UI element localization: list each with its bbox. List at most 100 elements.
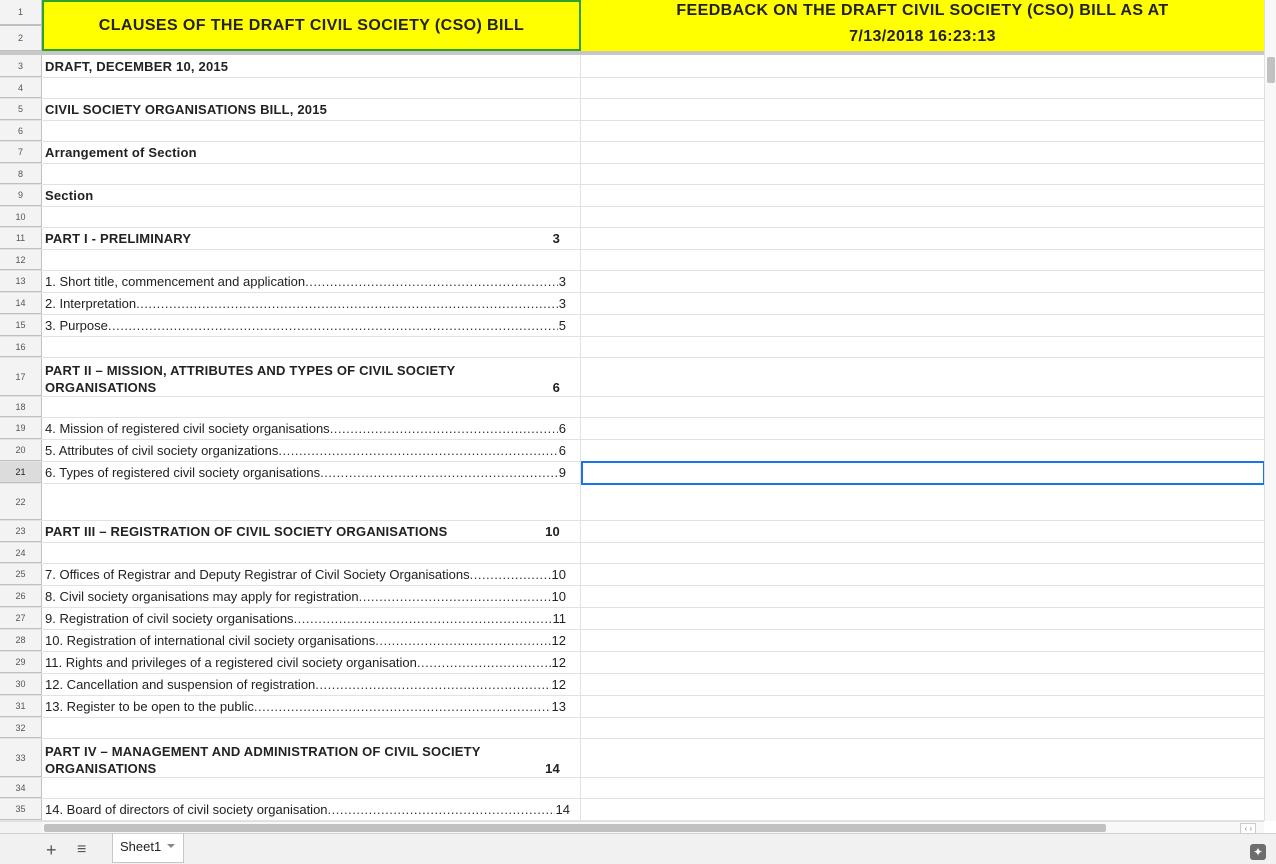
cell[interactable] xyxy=(42,207,581,227)
cell[interactable] xyxy=(42,778,581,798)
cell[interactable] xyxy=(581,652,1264,673)
row-header[interactable]: 34 xyxy=(0,778,42,798)
row-header[interactable]: 32 xyxy=(0,718,42,738)
cell[interactable] xyxy=(581,164,1264,184)
cell[interactable] xyxy=(581,440,1264,461)
row-header[interactable]: 7 xyxy=(0,142,42,163)
row-header[interactable]: 31 xyxy=(0,696,42,717)
cell[interactable]: 4. Mission of registered civil society o… xyxy=(42,418,581,439)
cell[interactable] xyxy=(42,337,581,357)
row-header[interactable]: 15 xyxy=(0,315,42,336)
cell[interactable] xyxy=(581,521,1264,542)
cell[interactable]: PART III – REGISTRATION OF CIVIL SOCIETY… xyxy=(42,521,581,542)
cell[interactable] xyxy=(581,586,1264,607)
cell[interactable] xyxy=(42,484,581,520)
row-header[interactable]: 2 xyxy=(0,26,42,51)
cell[interactable]: 5. Attributes of civil society organizat… xyxy=(42,440,581,461)
cell[interactable] xyxy=(581,315,1264,336)
row-header[interactable]: 14 xyxy=(0,293,42,314)
row-header[interactable]: 25 xyxy=(0,564,42,585)
cell[interactable] xyxy=(581,358,1264,396)
row-header[interactable]: 19 xyxy=(0,418,42,439)
row-header[interactable]: 12 xyxy=(0,250,42,270)
cell[interactable] xyxy=(581,696,1264,717)
cell[interactable]: 7. Offices of Registrar and Deputy Regis… xyxy=(42,564,581,585)
row-header[interactable]: 6 xyxy=(0,121,42,141)
row-header[interactable]: 23 xyxy=(0,521,42,542)
row-header[interactable]: 1 xyxy=(0,0,42,25)
row-header[interactable]: 11 xyxy=(0,228,42,249)
cell[interactable]: CIVIL SOCIETY ORGANISATIONS BILL, 2015 xyxy=(42,99,581,120)
cell[interactable]: 1. Short title, commencement and applica… xyxy=(42,271,581,292)
horizontal-scroll-thumb[interactable] xyxy=(44,824,1106,832)
row-header[interactable]: 4 xyxy=(0,78,42,98)
row-header[interactable]: 10 xyxy=(0,207,42,227)
cell[interactable]: 13. Register to be open to the public...… xyxy=(42,696,581,717)
cell[interactable] xyxy=(42,718,581,738)
row-header[interactable]: 16 xyxy=(0,337,42,357)
cell[interactable]: PART IV – MANAGEMENT AND ADMINISTRATION … xyxy=(42,739,581,777)
cell[interactable]: 8. Civil society organisations may apply… xyxy=(42,586,581,607)
cell[interactable] xyxy=(581,484,1264,520)
cell[interactable]: 12. Cancellation and suspension of regis… xyxy=(42,674,581,695)
selected-cell[interactable] xyxy=(581,461,1265,485)
row-header-selected[interactable]: 21 xyxy=(0,462,42,483)
row-header[interactable]: 20 xyxy=(0,440,42,461)
cell[interactable]: 2. Interpretation.......................… xyxy=(42,293,581,314)
cell[interactable] xyxy=(581,739,1264,777)
cell[interactable] xyxy=(581,608,1264,629)
cell[interactable] xyxy=(42,397,581,417)
row-header[interactable]: 17 xyxy=(0,358,42,396)
cell[interactable] xyxy=(581,142,1264,163)
cell[interactable] xyxy=(581,207,1264,227)
cell[interactable] xyxy=(42,250,581,270)
cell[interactable] xyxy=(581,397,1264,417)
row-header[interactable]: 28 xyxy=(0,630,42,651)
cell[interactable]: PART II – MISSION, ATTRIBUTES AND TYPES … xyxy=(42,358,581,396)
row-header[interactable]: 13 xyxy=(0,271,42,292)
cell[interactable] xyxy=(581,718,1264,738)
row-header[interactable]: 26 xyxy=(0,586,42,607)
row-header[interactable]: 18 xyxy=(0,397,42,417)
cell[interactable] xyxy=(581,185,1264,206)
row-header[interactable]: 8 xyxy=(0,164,42,184)
add-sheet-icon[interactable]: + xyxy=(46,840,57,861)
cell[interactable] xyxy=(581,630,1264,651)
cell[interactable]: Section xyxy=(42,185,581,206)
cell[interactable]: PART I - PRELIMINARY 3 xyxy=(42,228,581,249)
row-header[interactable]: 5 xyxy=(0,99,42,120)
row-header[interactable]: 24 xyxy=(0,543,42,563)
cell[interactable] xyxy=(581,228,1264,249)
cell[interactable] xyxy=(581,55,1264,77)
cell[interactable] xyxy=(581,543,1264,563)
row-header[interactable]: 27 xyxy=(0,608,42,629)
sheet-tab[interactable]: Sheet1 xyxy=(112,834,184,863)
vertical-scrollbar[interactable] xyxy=(1264,51,1276,821)
cell[interactable] xyxy=(581,78,1264,98)
row-header[interactable]: 29 xyxy=(0,652,42,673)
cell[interactable] xyxy=(581,337,1264,357)
header-cell-clauses[interactable]: CLAUSES OF THE DRAFT CIVIL SOCIETY (CSO)… xyxy=(42,0,581,51)
row-header[interactable]: 9 xyxy=(0,185,42,206)
cell[interactable] xyxy=(581,564,1264,585)
cell[interactable] xyxy=(42,121,581,141)
cell[interactable]: 6. Types of registered civil society org… xyxy=(42,462,581,483)
cell[interactable]: 9. Registration of civil society organis… xyxy=(42,608,581,629)
row-header[interactable]: 33 xyxy=(0,739,42,777)
vertical-scroll-thumb[interactable] xyxy=(1267,57,1275,83)
chevron-down-icon[interactable] xyxy=(167,844,175,848)
cell[interactable] xyxy=(581,799,1264,820)
row-header[interactable]: 30 xyxy=(0,674,42,695)
cell[interactable] xyxy=(581,250,1264,270)
cell[interactable]: 14. Board of directors of civil society … xyxy=(42,799,581,820)
cell[interactable] xyxy=(42,164,581,184)
cell[interactable] xyxy=(42,543,581,563)
cell[interactable]: 11. Rights and privileges of a registere… xyxy=(42,652,581,673)
cell[interactable] xyxy=(581,778,1264,798)
row-header[interactable]: 3 xyxy=(0,55,42,77)
cell[interactable]: Arrangement of Section xyxy=(42,142,581,163)
cell[interactable] xyxy=(42,78,581,98)
row-header[interactable]: 22 xyxy=(0,484,42,520)
cell[interactable] xyxy=(581,418,1264,439)
explore-icon[interactable]: ✦ xyxy=(1250,844,1266,860)
